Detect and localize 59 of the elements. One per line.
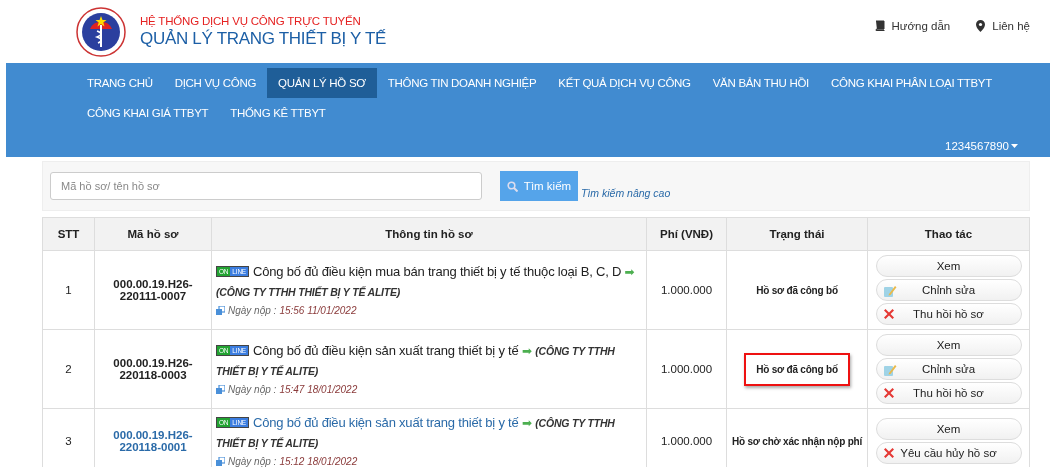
nav-item[interactable]: VĂN BẢN THU HỒI <box>701 68 820 98</box>
action-button[interactable]: Yêu cầu hủy hồ sơ <box>875 442 1022 464</box>
site-subtitle: HỆ THỐNG DỊCH VỤ CÔNG TRỰC TUYẾN <box>140 14 362 27</box>
table-cell: 1.000.000 <box>646 250 727 330</box>
submit-date: 15:56 11/01/2022 <box>279 305 357 316</box>
search-icon <box>506 180 518 192</box>
header-link[interactable]: Hướng dẫn <box>873 19 951 32</box>
column-header: Phí (VNĐ) <box>646 217 727 251</box>
table-cell: 1.000.000 <box>646 329 727 409</box>
nav-item[interactable]: CÔNG KHAI GIÁ TTBYT <box>76 98 220 128</box>
nav-item[interactable]: KẾT QUẢ DỊCH VỤ CÔNG <box>547 68 702 98</box>
site-title: QUẢN LÝ TRANG THIẾT BỊ Y TẾ <box>140 28 387 49</box>
record-code: 000.00.19.H26-220118-0003 <box>94 329 212 409</box>
column-header: Mã hồ sơ <box>94 217 212 251</box>
nav-item[interactable]: QUẢN LÝ HỒ SƠ <box>267 68 377 98</box>
date-label: Ngày nộp : <box>228 384 277 395</box>
search-field[interactable]: Mã hồ sơ/ tên hồ sơ <box>50 172 482 200</box>
column-header: Thông tin hồ sơ <box>211 217 647 251</box>
x-icon <box>882 308 895 320</box>
table-cell: 1 <box>42 250 95 330</box>
nav-item[interactable]: TRANG CHỦ <box>76 68 164 98</box>
edit-icon <box>882 284 897 298</box>
x-icon <box>882 447 895 459</box>
nav-item[interactable]: CÔNG KHAI PHÂN LOẠI TTBYT <box>820 68 1003 98</box>
book-icon <box>873 20 885 31</box>
user-menu[interactable]: 1234567890 <box>945 140 1018 152</box>
advanced-search-link[interactable]: Tìm kiếm nâng cao <box>581 187 671 199</box>
table-cell: 2 <box>42 329 95 409</box>
link-icon <box>216 306 225 315</box>
nav-item[interactable]: THÔNG TIN DOANH NGHIỆP <box>376 68 548 98</box>
status-text: Hồ sơ chờ xác nhận nộp phí <box>730 434 864 450</box>
nav-item[interactable]: DỊCH VỤ CÔNG <box>163 68 268 98</box>
link-icon <box>216 385 225 394</box>
record-code: 000.00.19.H26-220111-0007 <box>94 250 212 330</box>
action-button[interactable]: Thu hồi hồ sơ <box>875 382 1022 404</box>
status-text: Hồ sơ đã công bố <box>755 283 839 298</box>
date-label: Ngày nộp : <box>228 305 277 316</box>
column-header: Thao tác <box>867 217 1030 251</box>
column-header: Trạng thái <box>726 217 868 251</box>
action-button[interactable]: Xem <box>875 334 1022 356</box>
nav-item[interactable]: THỐNG KÊ TTBYT <box>219 98 337 128</box>
date-label: Ngày nộp : <box>228 456 277 467</box>
map-pin-icon <box>976 19 986 32</box>
edit-icon <box>882 363 897 377</box>
action-button[interactable]: Chỉnh sửa <box>875 279 1022 301</box>
x-icon <box>882 387 895 399</box>
status-text: Hồ sơ đã công bố <box>744 352 850 386</box>
action-button[interactable]: Chỉnh sửa <box>875 358 1022 380</box>
ministry-logo-icon <box>76 6 126 57</box>
action-button[interactable]: Xem <box>875 418 1022 440</box>
column-header: STT <box>42 217 95 251</box>
caret-icon <box>1011 144 1018 148</box>
submit-date: 15:12 18/01/2022 <box>279 456 358 467</box>
link-icon <box>216 457 225 466</box>
header-link[interactable]: Liên hệ <box>976 19 1030 32</box>
submit-date: 15:47 18/01/2022 <box>279 384 358 395</box>
action-button[interactable]: Xem <box>875 255 1022 277</box>
table-cell: 3 <box>42 408 95 467</box>
action-button[interactable]: Thu hồi hồ sơ <box>875 303 1022 325</box>
